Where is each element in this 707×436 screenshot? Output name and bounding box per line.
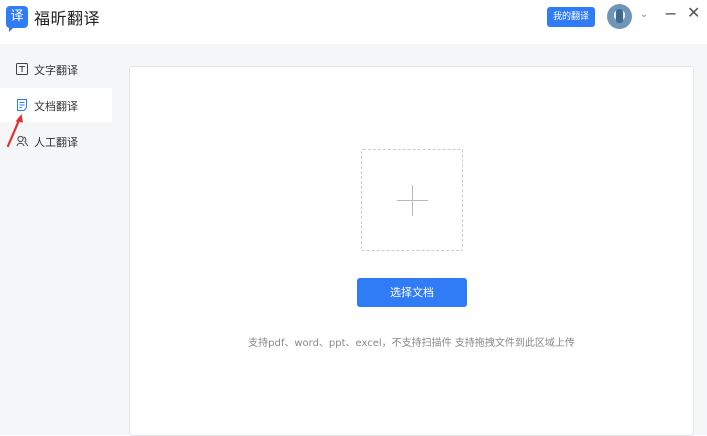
file-drop-zone[interactable] (361, 149, 463, 251)
sidebar-item-label: 人工翻译 (34, 136, 78, 149)
annotation-arrow-icon (6, 114, 23, 148)
app-title: 福昕翻译 (34, 9, 101, 28)
app-logo: 译 (6, 6, 28, 32)
upload-panel[interactable] (129, 66, 694, 436)
sidebar-item-text-translation[interactable]: 文字翻译 (0, 52, 112, 86)
document-icon (17, 99, 27, 111)
avatar-icon[interactable] (607, 4, 632, 29)
my-translations-button[interactable]: 我的翻译 (547, 7, 595, 27)
chevron-down-icon[interactable]: ⌄ (640, 9, 648, 20)
upload-hint: 支持pdf、word、ppt、excel，不支持扫描件 支持拖拽文件到此区域上传 (248, 338, 575, 349)
close-button[interactable]: ✕ (687, 3, 700, 22)
plus-icon-vertical (412, 185, 413, 216)
sidebar: 文字翻译 文档翻译 人工翻译 (0, 44, 112, 435)
sidebar-item-label: 文档翻译 (34, 100, 78, 113)
minimize-button[interactable]: − (664, 4, 677, 23)
select-document-button[interactable]: 选择文档 (357, 278, 467, 307)
sidebar-item-label: 文字翻译 (34, 64, 78, 77)
text-icon (16, 63, 28, 75)
title-bar: 译 福昕翻译 我的翻译 ⌄ − ✕ (0, 0, 707, 44)
